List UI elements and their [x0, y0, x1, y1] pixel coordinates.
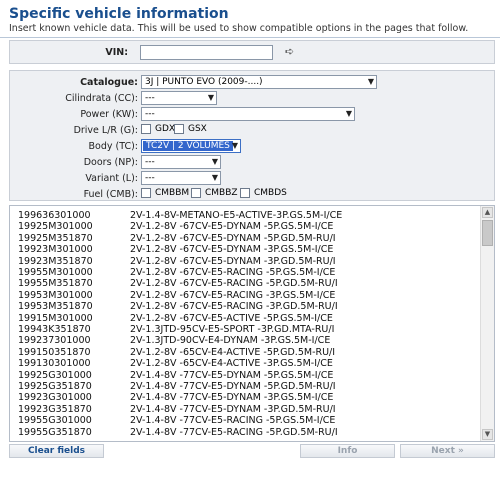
doors-select[interactable]: --- ▼ — [141, 155, 221, 169]
results-list[interactable]: 199636301000 2V-1.4-8V-METANO-E5-ACTIVE-3… — [9, 205, 495, 442]
list-item-code: 19955M351870 — [18, 278, 93, 290]
list-item-description: 2V-1.3JTD-95CV-E5-SPORT -3P.GD.MTA-RU/I — [130, 324, 335, 335]
list-item-description: 2V-1.2-8V -67CV-E5-RACING -5P.GS.5M-I/CE — [130, 267, 336, 278]
checkbox-icon — [141, 124, 151, 134]
list-item-description: 2V-1.4-8V-METANO-E5-ACTIVE-3P.GS.5M-I/CE — [130, 210, 343, 221]
list-item-description: 2V-1.4-8V -77CV-E5-DYNAM -3P.GS.5M-I/CE — [130, 392, 334, 404]
list-item-description: 2V-1.2-8V -65CV-E4-ACTIVE -5P.GD.5M-RU/I — [130, 346, 336, 358]
list-item-description: 2V-1.2-8V -67CV-E5-DYNAM -5P.GD.5M-RU/I — [130, 232, 336, 244]
list-item-code: 19955G351870 — [18, 426, 92, 438]
fuel-cmbds-label: CMBDS — [254, 188, 287, 198]
variant-select[interactable]: --- ▼ — [141, 171, 221, 185]
list-item-code: 19953M301000 — [18, 289, 93, 301]
chevron-down-icon: ▼ — [211, 173, 218, 182]
list-item-description: 2V-1.2-8V -67CV-E5-RACING -3P.GD.5M-RU/I — [130, 301, 338, 313]
list-item-code: 19955M301000 — [18, 267, 93, 278]
doors-label: Doors (NP): — [83, 157, 138, 168]
catalogue-label: Catalogue: — [80, 77, 138, 88]
scroll-down-icon[interactable]: ▼ — [482, 429, 493, 440]
fuel-label: Fuel (CMB): — [83, 189, 138, 200]
drive-gsx-label: GSX — [188, 124, 207, 134]
chevron-down-icon: ▼ — [231, 141, 238, 150]
power-label: Power (KW): — [80, 109, 138, 120]
clear-fields-button[interactable]: Clear fields — [9, 444, 104, 458]
body-value: TC2V | 2 VOLUMES — [143, 141, 233, 151]
page-header: Specific vehicle information Insert know… — [0, 0, 500, 38]
list-item-code: 19923M351870 — [18, 255, 93, 267]
fuel-cmbbz-checkbox[interactable]: CMBBZ — [191, 188, 238, 198]
list-item-description: 2V-1.2-8V -65CV-E4-ACTIVE -3P.GS.5M-I/CE — [130, 358, 333, 370]
body-select[interactable]: TC2V | 2 VOLUMES ▼ — [141, 139, 241, 153]
fuel-cmbds-checkbox[interactable]: CMBDS — [240, 188, 287, 198]
chevron-down-icon: ▼ — [367, 77, 374, 86]
list-item-description: 2V-1.4-8V -77CV-E5-RACING -5P.GS.5M-I/CE — [130, 415, 336, 427]
list-item-code: 19923G351870 — [18, 403, 92, 415]
scrollbar[interactable]: ▲ ▼ — [480, 206, 494, 441]
list-item-code: 199636301000 — [18, 210, 91, 221]
list-item-code: 19923G301000 — [18, 392, 92, 404]
cilindrata-label: Cilindrata (CC): — [65, 93, 138, 104]
list-item-description: 2V-1.2-8V -67CV-E5-RACING -3P.GS.5M-I/CE — [130, 289, 336, 301]
chevron-down-icon: ▼ — [207, 93, 214, 102]
list-item-code: 19925G351870 — [18, 381, 92, 392]
power-value: --- — [145, 109, 155, 119]
next-button[interactable]: Next » — [400, 444, 495, 458]
checkbox-icon — [191, 188, 201, 198]
list-item-description: 2V-1.2-8V -67CV-E5-DYNAM -3P.GS.5M-I/CE — [130, 244, 334, 256]
vin-label: VIN: — [105, 47, 128, 58]
scroll-thumb[interactable] — [482, 220, 493, 246]
arrow-right-icon[interactable]: ➪ — [285, 46, 294, 58]
power-select[interactable]: --- ▼ — [141, 107, 355, 121]
vin-panel: VIN: ➪ — [9, 40, 495, 64]
list-item-code: 19915M301000 — [18, 312, 93, 324]
body-label: Body (TC): — [88, 141, 139, 152]
checkbox-icon — [240, 188, 250, 198]
info-button[interactable]: Info — [300, 444, 395, 458]
chevron-down-icon: ▼ — [345, 109, 352, 118]
page-subtitle: Insert known vehicle data. This will be … — [9, 23, 469, 34]
list-item-code: 19925M351870 — [18, 232, 93, 244]
list-item-code: 19943K351870 — [18, 324, 91, 335]
list-item-code: 19925M301000 — [18, 221, 93, 233]
list-item-description: 2V-1.4-8V -77CV-E5-DYNAM -5P.GD.5M-RU/I — [130, 381, 336, 392]
fuel-cmbbm-checkbox[interactable]: CMBBM — [141, 188, 189, 198]
list-item-code: 19953M351870 — [18, 301, 93, 313]
chevron-down-icon: ▼ — [211, 157, 218, 166]
page-title: Specific vehicle information — [9, 6, 229, 22]
doors-value: --- — [145, 157, 155, 167]
list-item-description: 2V-1.2-8V -67CV-E5-DYNAM -3P.GD.5M-RU/I — [130, 255, 336, 267]
list-item-description: 2V-1.2-8V -67CV-E5-DYNAM -5P.GS.5M-I/CE — [130, 221, 334, 233]
fuel-cmbbm-label: CMBBM — [155, 188, 190, 198]
list-item-description: 2V-1.2-8V -67CV-E5-RACING -5P.GD.5M-RU/I — [130, 278, 338, 290]
drive-label: Drive L/R (G): — [73, 125, 138, 136]
vehicle-form-panel: Catalogue: 3J | PUNTO EVO (2009-....) ▼ … — [9, 70, 495, 201]
list-item-description: 2V-1.4-8V -77CV-E5-RACING -5P.GD.5M-RU/I — [130, 426, 338, 438]
drive-gdx-label: GDX — [155, 124, 176, 134]
drive-gdx-checkbox[interactable]: GDX — [141, 124, 175, 134]
list-item-description: 2V-1.4-8V -77CV-E5-DYNAM -5P.GS.5M-I/CE — [130, 369, 334, 381]
list-item-code: 199150351870 — [18, 346, 91, 358]
catalogue-value: 3J | PUNTO EVO (2009-....) — [145, 77, 263, 87]
list-item-description: 2V-1.2-8V -67CV-E5-ACTIVE -5P.GS.5M-I/CE — [130, 312, 333, 324]
vin-input[interactable] — [140, 45, 273, 60]
list-item-code: 19923M301000 — [18, 244, 93, 256]
drive-gsx-checkbox[interactable]: GSX — [174, 124, 207, 134]
fuel-cmbbz-label: CMBBZ — [205, 188, 238, 198]
variant-label: Variant (L): — [85, 173, 138, 184]
list-item-description: 2V-1.3JTD-90CV-E4-DYNAM -3P.GS.5M-I/CE — [130, 335, 331, 347]
list-item-code: 19925G301000 — [18, 369, 92, 381]
list-item-code: 19955G301000 — [18, 415, 92, 427]
list-item-code: 199130301000 — [18, 358, 91, 370]
cilindrata-value: --- — [145, 93, 155, 103]
scroll-up-icon[interactable]: ▲ — [482, 207, 493, 218]
checkbox-icon — [174, 124, 184, 134]
checkbox-icon — [141, 188, 151, 198]
catalogue-select[interactable]: 3J | PUNTO EVO (2009-....) ▼ — [141, 75, 377, 89]
cilindrata-select[interactable]: --- ▼ — [141, 91, 217, 105]
variant-value: --- — [145, 173, 155, 183]
list-item-code: 199237301000 — [18, 335, 91, 347]
list-item-description: 2V-1.4-8V -77CV-E5-DYNAM -3P.GD.5M-RU/I — [130, 403, 336, 415]
